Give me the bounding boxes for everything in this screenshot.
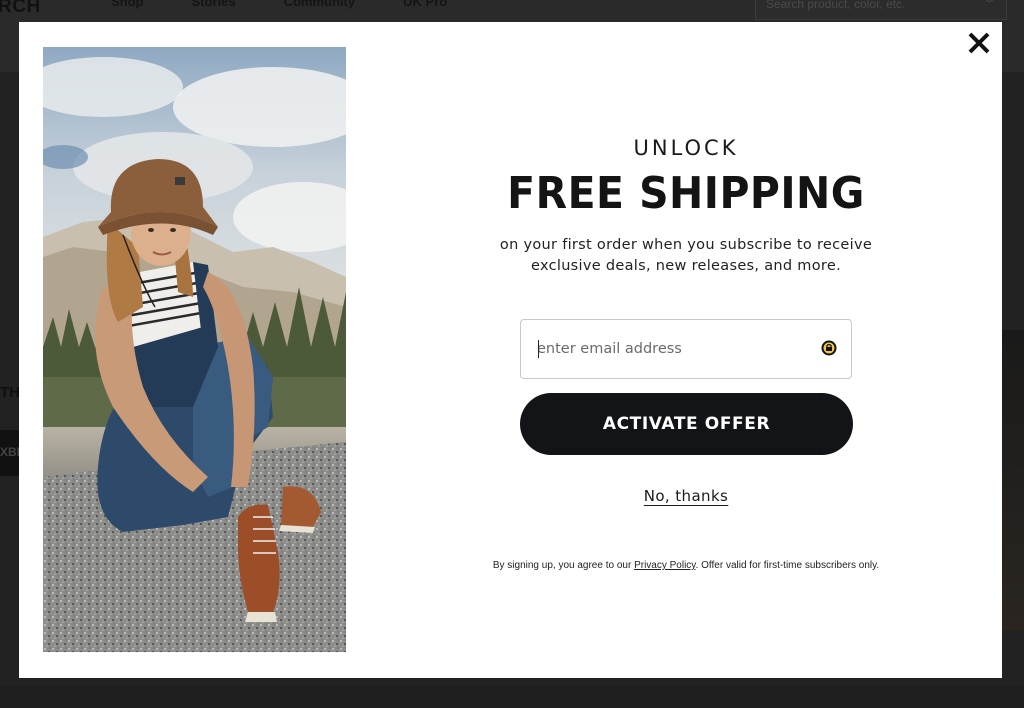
no-thanks-link[interactable]: No, thanks <box>644 487 729 505</box>
text-cursor <box>538 340 539 358</box>
nav-item-uk-pro[interactable]: UK Pro <box>403 0 447 9</box>
main-nav: Shop Stories Community UK Pro <box>111 0 447 9</box>
privacy-policy-link[interactable]: Privacy Policy <box>634 560 696 571</box>
legal-prefix: By signing up, you agree to our <box>492 560 635 571</box>
email-input[interactable] <box>537 338 807 360</box>
email-signup-modal: UNLOCK FREE SHIPPING on your first order… <box>19 22 1002 678</box>
close-modal-button[interactable] <box>966 30 992 56</box>
nav-item-shop[interactable]: Shop <box>111 0 144 9</box>
promo-photo <box>43 47 346 652</box>
search-icon <box>985 0 994 2</box>
legal-suffix: . Offer valid for first-time subscribers… <box>695 560 880 571</box>
nav-item-stories[interactable]: Stories <box>192 0 236 9</box>
site-search-placeholder: Search product, color, etc. <box>766 0 906 11</box>
site-search-input[interactable]: Search product, color, etc. <box>755 0 1007 20</box>
background-image <box>1002 330 1024 630</box>
nav-item-community[interactable]: Community <box>284 0 356 9</box>
email-field-wrapper <box>520 319 852 379</box>
legal-disclaimer: By signing up, you agree to our Privacy … <box>429 560 943 571</box>
close-icon <box>968 32 990 54</box>
headline: FREE SHIPPING <box>507 168 865 219</box>
password-manager-icon[interactable] <box>821 340 837 356</box>
eyebrow-text: UNLOCK <box>633 136 739 160</box>
site-logo[interactable]: RCH <box>0 0 41 18</box>
offer-description: on your first order when you subscribe t… <box>499 237 873 274</box>
activate-offer-button[interactable]: ACTIVATE OFFER <box>520 393 853 455</box>
decline-container: No, thanks <box>429 487 943 505</box>
page-footer-strip <box>0 686 1024 708</box>
